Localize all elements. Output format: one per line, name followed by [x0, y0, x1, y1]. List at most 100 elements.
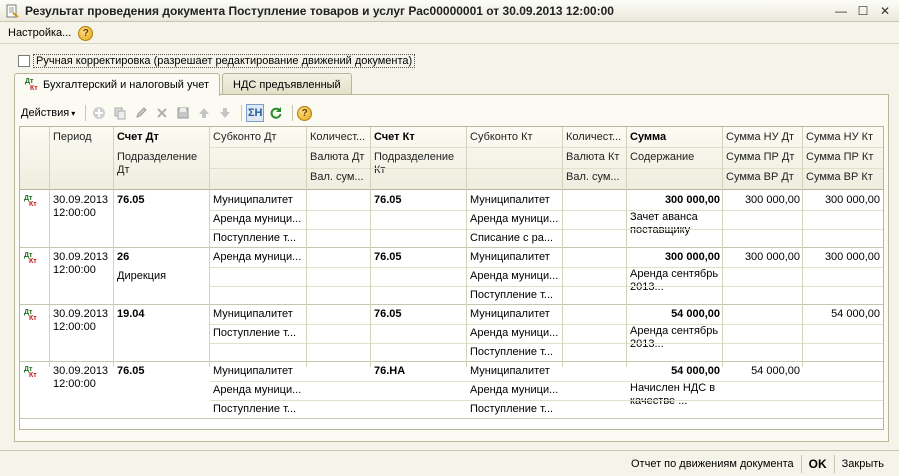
- header-summa-nu-kt[interactable]: Сумма НУ Кт: [803, 129, 883, 146]
- save-icon[interactable]: [174, 104, 192, 122]
- cell-subkonto-kt: Списание с ра...: [470, 232, 554, 244]
- movements-table: Период Счет Дт Субконто Дт Количест... С…: [19, 126, 884, 430]
- maximize-button[interactable]: ☐: [853, 2, 873, 19]
- tab-label: Бухгалтерский и налоговый учет: [43, 79, 210, 91]
- cell-podrazdelenie-dt: [114, 381, 210, 400]
- cell-subkonto-kt: Поступление т...: [470, 346, 554, 358]
- dt-kt-icon: Дт Кт: [24, 195, 37, 208]
- cell-subkonto-dt: Муниципалитет: [213, 308, 293, 320]
- cell-subkonto-kt: Муниципалитет: [470, 251, 550, 263]
- title-bar: Результат проведения документа Поступлен…: [0, 0, 899, 22]
- cell-subkonto-kt: Поступление т...: [470, 403, 554, 415]
- close-dialog-button[interactable]: Закрыть: [835, 458, 891, 470]
- header-val-sum-kt[interactable]: Вал. сум...: [563, 169, 627, 186]
- cell-summa-nu-kt: 300 000,00: [824, 251, 880, 263]
- add-icon[interactable]: [90, 104, 108, 122]
- refresh-icon[interactable]: [267, 104, 285, 122]
- ok-button[interactable]: OK: [802, 457, 834, 471]
- header-schet-dt[interactable]: Счет Дт: [114, 129, 210, 146]
- header-summa[interactable]: Сумма: [627, 129, 723, 146]
- tab-label: НДС предъявленный: [233, 78, 341, 91]
- cell-subkonto-kt: Аренда муници...: [470, 270, 559, 282]
- menu-bar: Настройка... ?: [0, 23, 899, 44]
- help-icon[interactable]: ?: [297, 105, 313, 121]
- close-button[interactable]: ✕: [875, 2, 895, 19]
- cell-schet-dt: 19.04: [117, 308, 145, 320]
- manual-correction-label[interactable]: Ручная корректировка (разрешает редактир…: [33, 54, 416, 68]
- cell-subkonto-dt: Аренда муници...: [213, 213, 302, 225]
- manual-correction-checkbox[interactable]: [18, 55, 30, 67]
- cell-podrazdelenie-dt: Дирекция: [117, 270, 167, 282]
- header-summa-pr-dt[interactable]: Сумма ПР Дт: [723, 149, 803, 166]
- header-subkonto-dt[interactable]: Субконто Дт: [210, 129, 307, 146]
- cell-schet-kt: 76.05: [374, 194, 402, 206]
- cell-subkonto-dt: Поступление т...: [213, 232, 297, 244]
- cell-time: 12:00:00: [53, 378, 96, 390]
- header-period[interactable]: Период: [50, 129, 114, 146]
- tab-panel: Действия ▾ ΣН ? Период Счет Дт Субконто …: [14, 94, 889, 442]
- table-row[interactable]: Дт Кт 30.09.2013 12:00:00 76.05 Муниципалитет…: [20, 191, 883, 248]
- settings-menu[interactable]: Настройка...: [8, 27, 71, 39]
- header-kolichestvo-dt[interactable]: Количест...: [307, 129, 371, 146]
- header-schet-kt[interactable]: Счет Кт: [371, 129, 467, 146]
- tab-strip: Дт Кт Бухгалтерский и налоговый учет НДС …: [14, 73, 354, 96]
- edit-icon[interactable]: [132, 104, 150, 122]
- header-valyuta-dt[interactable]: Валюта Дт: [307, 149, 371, 166]
- cell-schet-kt: 76.05: [374, 308, 402, 320]
- header-summa-pr-kt[interactable]: Сумма ПР Кт: [803, 149, 883, 166]
- cell-schet-dt: 76.05: [117, 365, 145, 377]
- copy-icon[interactable]: [111, 104, 129, 122]
- header-podrazdelenie-dt[interactable]: Подразделение Дт: [114, 149, 210, 179]
- cell-summa-nu-kt: 300 000,00: [824, 194, 880, 206]
- cell-soderzhanie: Зачет аванса поставщику: [630, 211, 698, 236]
- cell-subkonto-dt: [210, 267, 307, 286]
- cell-subkonto-dt: Аренда муници...: [213, 384, 302, 396]
- header-summa-vr-kt[interactable]: Сумма ВР Кт: [803, 169, 883, 186]
- cell-subkonto-dt: [210, 343, 307, 362]
- cell-subkonto-dt: Муниципалитет: [213, 365, 293, 377]
- actions-menu[interactable]: Действия ▾: [21, 107, 75, 119]
- header-summa-nu-dt[interactable]: Сумма НУ Дт: [723, 129, 803, 146]
- manual-correction-row[interactable]: Ручная корректировка (разрешает редактир…: [18, 54, 416, 68]
- header-kolichestvo-kt[interactable]: Количест...: [563, 129, 627, 146]
- cell-summa-nu-dt: 300 000,00: [744, 251, 800, 263]
- cell-schet-dt: 76.05: [117, 194, 145, 206]
- cell-time: 12:00:00: [53, 264, 96, 276]
- cell-subkonto-kt: Муниципалитет: [470, 365, 550, 377]
- table-header: Период Счет Дт Субконто Дт Количест... С…: [20, 127, 883, 190]
- document-icon: [5, 4, 19, 18]
- move-up-icon[interactable]: [195, 104, 213, 122]
- cell-podrazdelenie-dt: [114, 324, 210, 343]
- table-row[interactable]: Дт Кт 30.09.2013 12:00:00 76.05 Муниципалитет…: [20, 362, 883, 419]
- minimize-button[interactable]: —: [831, 2, 851, 19]
- dt-kt-icon: Дт Кт: [24, 366, 37, 379]
- cell-summa-nu-dt: [723, 305, 803, 324]
- cell-subkonto-dt: Аренда муници...: [213, 251, 302, 263]
- header-valyuta-kt[interactable]: Валюта Кт: [563, 149, 627, 166]
- cell-schet-dt: 26: [117, 251, 130, 263]
- header-val-sum-dt[interactable]: Вал. сум...: [307, 169, 371, 186]
- sum-totals-icon[interactable]: ΣН: [246, 104, 265, 122]
- tab-accounting[interactable]: Дт Кт Бухгалтерский и налоговый учет: [14, 73, 221, 96]
- cell-schet-kt: 76.05: [374, 251, 402, 263]
- dt-kt-icon: Дт Кт: [24, 309, 37, 322]
- header-summa-vr-dt[interactable]: Сумма ВР Дт: [723, 169, 803, 186]
- cell-summa-nu-dt: 300 000,00: [744, 194, 800, 206]
- cell-subkonto-kt: Муниципалитет: [470, 308, 550, 320]
- table-row[interactable]: Дт Кт 30.09.2013 12:00:00 26 Дирекция Аренда м…: [20, 248, 883, 305]
- move-down-icon[interactable]: [216, 104, 234, 122]
- movements-report-link[interactable]: Отчет по движениям документа: [624, 458, 801, 470]
- delete-icon[interactable]: [153, 104, 171, 122]
- header-podrazdelenie-kt[interactable]: Подразделение Кт: [371, 149, 467, 179]
- cell-subkonto-kt: Аренда муници...: [470, 213, 559, 225]
- cell-subkonto-kt: Поступление т...: [470, 289, 554, 301]
- help-icon[interactable]: ?: [78, 25, 94, 41]
- cell-subkonto-dt: [210, 286, 307, 305]
- dt-kt-icon: Дт Кт: [24, 252, 37, 265]
- cell-subkonto-dt: Поступление т...: [213, 327, 297, 339]
- tab-vat[interactable]: НДС предъявленный: [222, 73, 352, 95]
- header-subkonto-kt[interactable]: Субконто Кт: [467, 129, 563, 146]
- table-row[interactable]: Дт Кт 30.09.2013 12:00:00 19.04 Муниципалитет…: [20, 305, 883, 362]
- header-soderzhanie[interactable]: Содержание: [627, 149, 723, 166]
- toolbar: Действия ▾ ΣН ?: [21, 103, 313, 123]
